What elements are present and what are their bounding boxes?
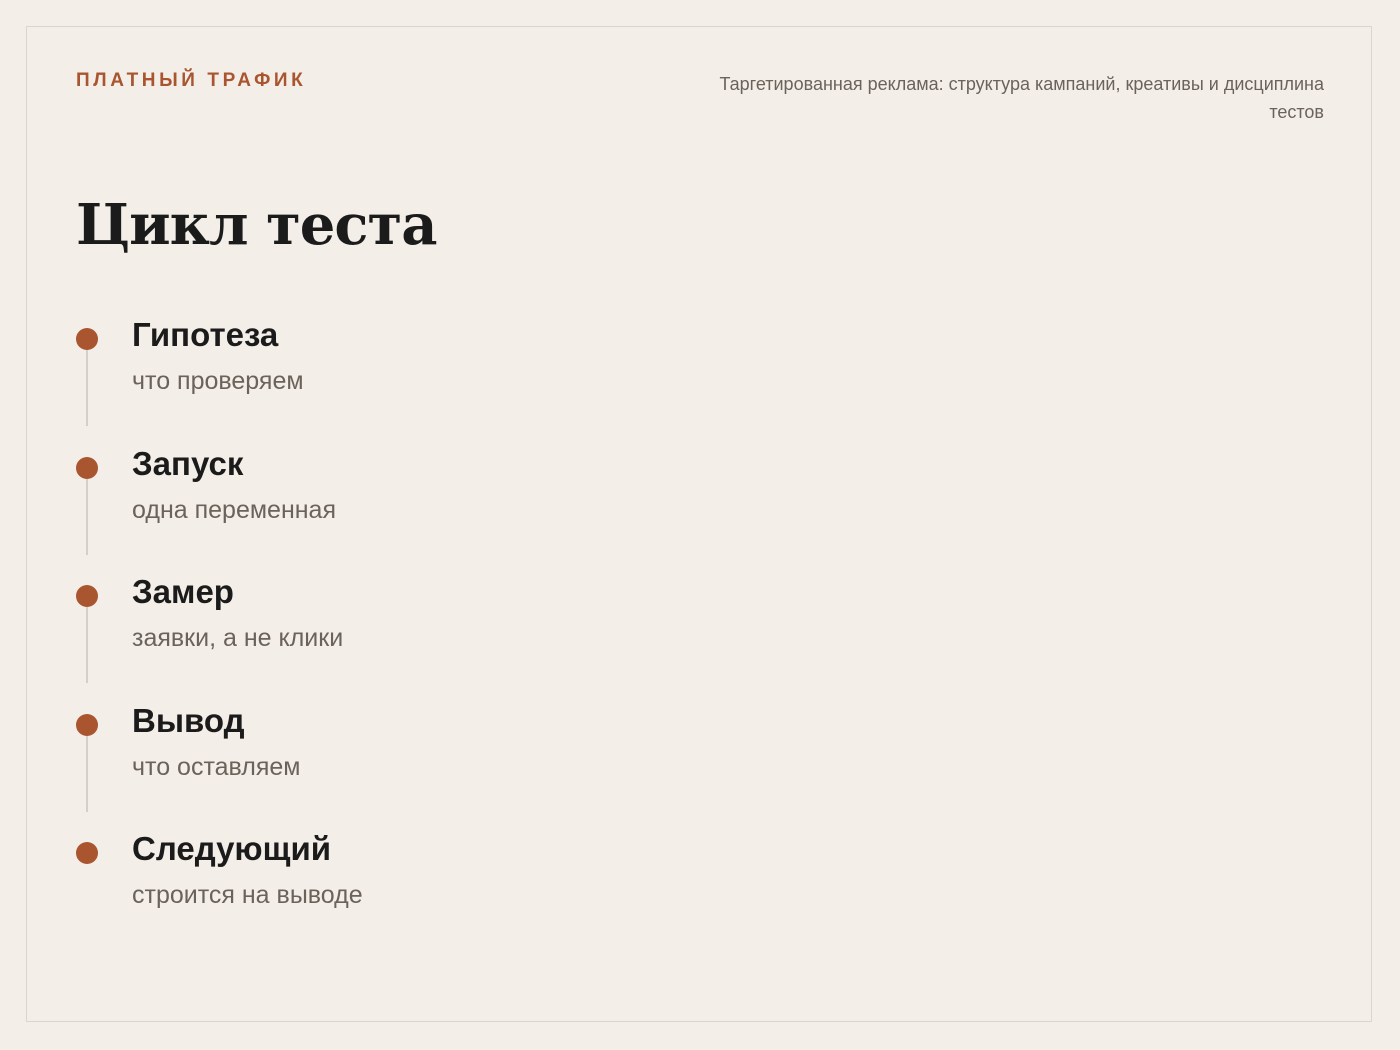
step-connector-line	[86, 350, 88, 426]
step-connector-line	[86, 607, 88, 683]
step-connector-line	[86, 735, 88, 812]
timeline-step: Вывод что оставляем	[76, 702, 776, 831]
section-eyebrow: ПЛАТНЫЙ ТРАФИК	[76, 70, 307, 91]
step-title: Вывод	[132, 701, 245, 739]
step-title: Гипотеза	[132, 316, 279, 353]
step-marker-dot	[76, 585, 98, 607]
test-cycle-timeline: Гипотеза что проверяем Запуск одна перем…	[76, 316, 776, 959]
slide-title: Цикл теста	[76, 192, 437, 258]
timeline-step: Замер заявки, а не клики	[76, 573, 776, 702]
timeline-step: Запуск одна переменная	[76, 445, 776, 574]
step-description: что оставляем	[132, 752, 301, 781]
step-marker-dot	[76, 456, 98, 479]
step-title: Замер	[132, 573, 234, 610]
step-description: одна переменная	[132, 495, 336, 524]
timeline-step: Гипотеза что проверяем	[76, 316, 776, 445]
step-title: Запуск	[132, 444, 244, 482]
timeline-step: Следующий строится на выводе	[76, 830, 776, 959]
deck-subtitle: Таргетированная реклама: структура кампа…	[719, 74, 1324, 122]
step-marker-dot	[76, 842, 98, 864]
step-title: Следующий	[132, 830, 332, 867]
step-description: строится на выводе	[132, 881, 363, 909]
step-description: заявки, а не клики	[132, 624, 344, 652]
step-description: что проверяем	[132, 367, 304, 395]
step-marker-dot	[76, 328, 98, 350]
step-marker-dot	[76, 713, 98, 736]
step-connector-line	[86, 478, 88, 555]
